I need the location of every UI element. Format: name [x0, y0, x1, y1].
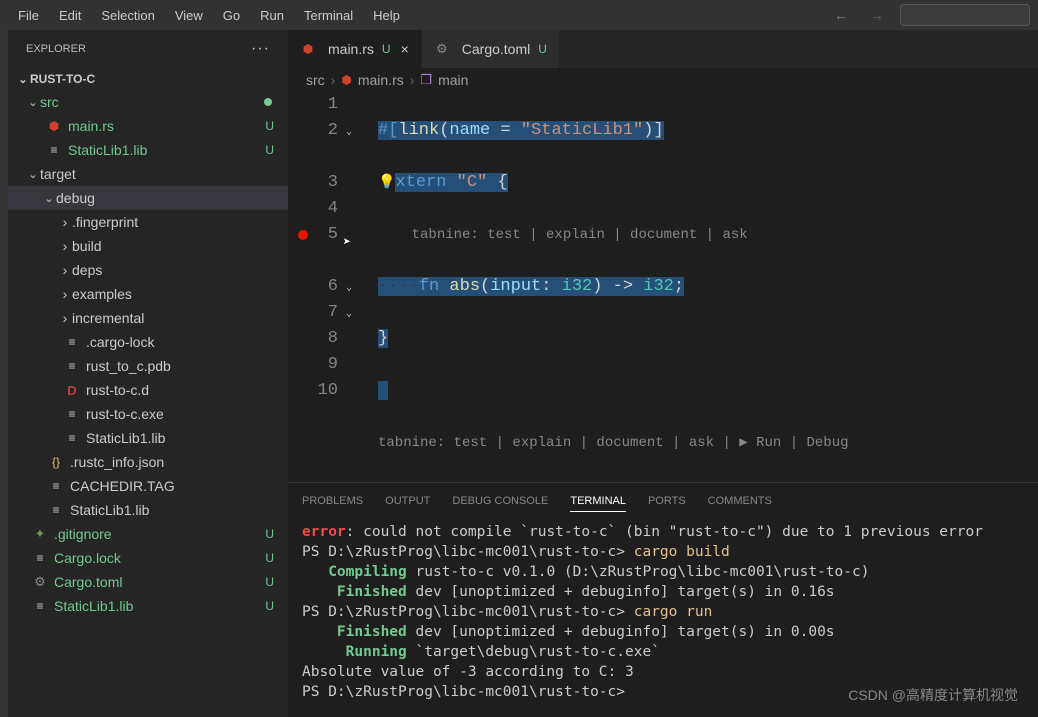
code-editor[interactable]: 1 2⌄ 3 4 5 6⌄ 7⌄ 8 9 10 #[link(name = "S…	[288, 92, 1038, 482]
folder-examples[interactable]: examples	[8, 282, 288, 306]
folder-build[interactable]: build	[8, 234, 288, 258]
file-main-rs[interactable]: ⬢ main.rs U	[8, 114, 288, 138]
fold-icon[interactable]: ⌄	[346, 302, 352, 328]
file-rustc-info[interactable]: {} .rustc_info.json	[8, 450, 288, 474]
editor-tabs: ⬢ main.rs U × ⚙ Cargo.toml U	[288, 30, 1038, 68]
tab-comments[interactable]: COMMENTS	[708, 491, 772, 512]
tab-problems[interactable]: PROBLEMS	[302, 491, 363, 512]
tab-debug-console[interactable]: DEBUG CONSOLE	[452, 491, 548, 512]
breadcrumbs[interactable]: src › ⬢ main.rs › ❒ main	[288, 68, 1038, 92]
watermark: CSDN @高精度计算机视觉	[848, 685, 1018, 705]
file-rust-pdb[interactable]: ≡ rust_to_c.pdb	[8, 354, 288, 378]
fold-icon[interactable]: ⌄	[346, 120, 352, 146]
line-number: 5	[288, 222, 338, 248]
chevron-right-icon	[58, 238, 72, 254]
file-icon: ≡	[48, 502, 64, 518]
nav-back-icon[interactable]: ←	[828, 5, 854, 25]
file-icon: ≡	[64, 358, 80, 374]
file-icon: ≡	[32, 598, 48, 614]
line-number: 6⌄	[288, 274, 338, 300]
symbol-icon: ❒	[420, 72, 432, 88]
folder-debug[interactable]: debug	[8, 186, 288, 210]
codelens-hint[interactable]: tabnine: test | explain | document | ask	[412, 227, 748, 243]
line-number: 4	[288, 196, 338, 222]
tab-output[interactable]: OUTPUT	[385, 491, 430, 512]
file-icon: ≡	[46, 142, 62, 158]
codelens-hint[interactable]: tabnine: test | explain | document | ask…	[378, 435, 849, 451]
menu-view[interactable]: View	[165, 4, 213, 27]
more-icon[interactable]: ···	[251, 40, 270, 58]
explorer-sidebar: EXPLORER ··· RUST-TO-C src ⬢ main.rs U ≡…	[8, 30, 288, 717]
file-icon: ≡	[64, 430, 80, 446]
file-staticlib-debug[interactable]: ≡ StaticLib1.lib	[8, 426, 288, 450]
close-icon[interactable]: ×	[401, 41, 409, 57]
folder-src[interactable]: src	[8, 90, 288, 114]
menu-go[interactable]: Go	[213, 4, 250, 27]
file-icon: ≡	[64, 334, 80, 350]
bottom-panel: PROBLEMS OUTPUT DEBUG CONSOLE TERMINAL P…	[288, 482, 1038, 717]
breakpoint-icon[interactable]	[298, 230, 308, 240]
chevron-down-icon	[42, 192, 56, 205]
rust-icon: ⬢	[341, 73, 351, 87]
gear-icon: ⚙	[32, 574, 48, 590]
menu-file[interactable]: File	[8, 4, 49, 27]
menu-terminal[interactable]: Terminal	[294, 4, 363, 27]
rust-icon: ⬢	[300, 41, 316, 57]
explorer-title: EXPLORER	[26, 43, 86, 55]
file-icon: ≡	[64, 406, 80, 422]
chevron-right-icon	[58, 310, 72, 326]
tab-cargo-toml[interactable]: ⚙ Cargo.toml U	[422, 30, 560, 68]
chevron-down-icon	[26, 96, 40, 109]
menu-edit[interactable]: Edit	[49, 4, 91, 27]
menu-run[interactable]: Run	[250, 4, 294, 27]
chevron-down-icon[interactable]	[16, 73, 30, 86]
file-cargo-lock[interactable]: ≡ .cargo-lock	[8, 330, 288, 354]
line-number: 3	[288, 170, 338, 196]
folder-fingerprint[interactable]: .fingerprint	[8, 210, 288, 234]
git-icon: ✦	[32, 526, 48, 542]
d-icon: D	[64, 382, 80, 398]
json-icon: {}	[48, 454, 64, 470]
file-staticlib-target[interactable]: ≡ StaticLib1.lib	[8, 498, 288, 522]
file-cargo-lock[interactable]: ≡ Cargo.lock U	[8, 546, 288, 570]
chevron-right-icon	[58, 262, 72, 278]
rust-icon: ⬢	[46, 118, 62, 134]
file-cargo-toml[interactable]: ⚙ Cargo.toml U	[8, 570, 288, 594]
file-cachedir[interactable]: ≡ CACHEDIR.TAG	[8, 474, 288, 498]
menu-help[interactable]: Help	[363, 4, 410, 27]
search-input[interactable]	[900, 4, 1030, 26]
file-staticlib-src[interactable]: ≡ StaticLib1.lib U	[8, 138, 288, 162]
line-number: 7⌄	[288, 300, 338, 326]
folder-deps[interactable]: deps	[8, 258, 288, 282]
tab-ports[interactable]: PORTS	[648, 491, 686, 512]
fold-icon[interactable]: ⌄	[346, 276, 352, 302]
modified-dot-icon	[264, 98, 272, 106]
file-icon: ≡	[48, 478, 64, 494]
line-number: 2⌄	[288, 118, 338, 144]
tab-terminal[interactable]: TERMINAL	[570, 491, 626, 512]
line-number: 10	[288, 378, 338, 404]
line-number: 1	[288, 92, 338, 118]
activity-bar[interactable]	[0, 30, 8, 717]
folder-incremental[interactable]: incremental	[8, 306, 288, 330]
tab-main-rs[interactable]: ⬢ main.rs U ×	[288, 30, 422, 68]
folder-target[interactable]: target	[8, 162, 288, 186]
project-header[interactable]: RUST-TO-C	[8, 68, 288, 90]
chevron-right-icon	[58, 214, 72, 230]
file-rust-exe[interactable]: ≡ rust-to-c.exe	[8, 402, 288, 426]
file-icon: ≡	[32, 550, 48, 566]
menu-selection[interactable]: Selection	[91, 4, 164, 27]
file-rust-d[interactable]: D rust-to-c.d	[8, 378, 288, 402]
gear-icon: ⚙	[434, 41, 450, 57]
mouse-cursor-icon: ➤	[343, 230, 351, 256]
line-number: 8	[288, 326, 338, 352]
lightbulb-icon[interactable]: 💡	[378, 175, 395, 191]
file-staticlib-root[interactable]: ≡ StaticLib1.lib U	[8, 594, 288, 618]
nav-forward-icon[interactable]: →	[864, 5, 890, 25]
file-gitignore[interactable]: ✦ .gitignore U	[8, 522, 288, 546]
line-number: 9	[288, 352, 338, 378]
menubar: File Edit Selection View Go Run Terminal…	[0, 0, 1038, 30]
chevron-right-icon	[58, 286, 72, 302]
chevron-down-icon	[26, 168, 40, 181]
